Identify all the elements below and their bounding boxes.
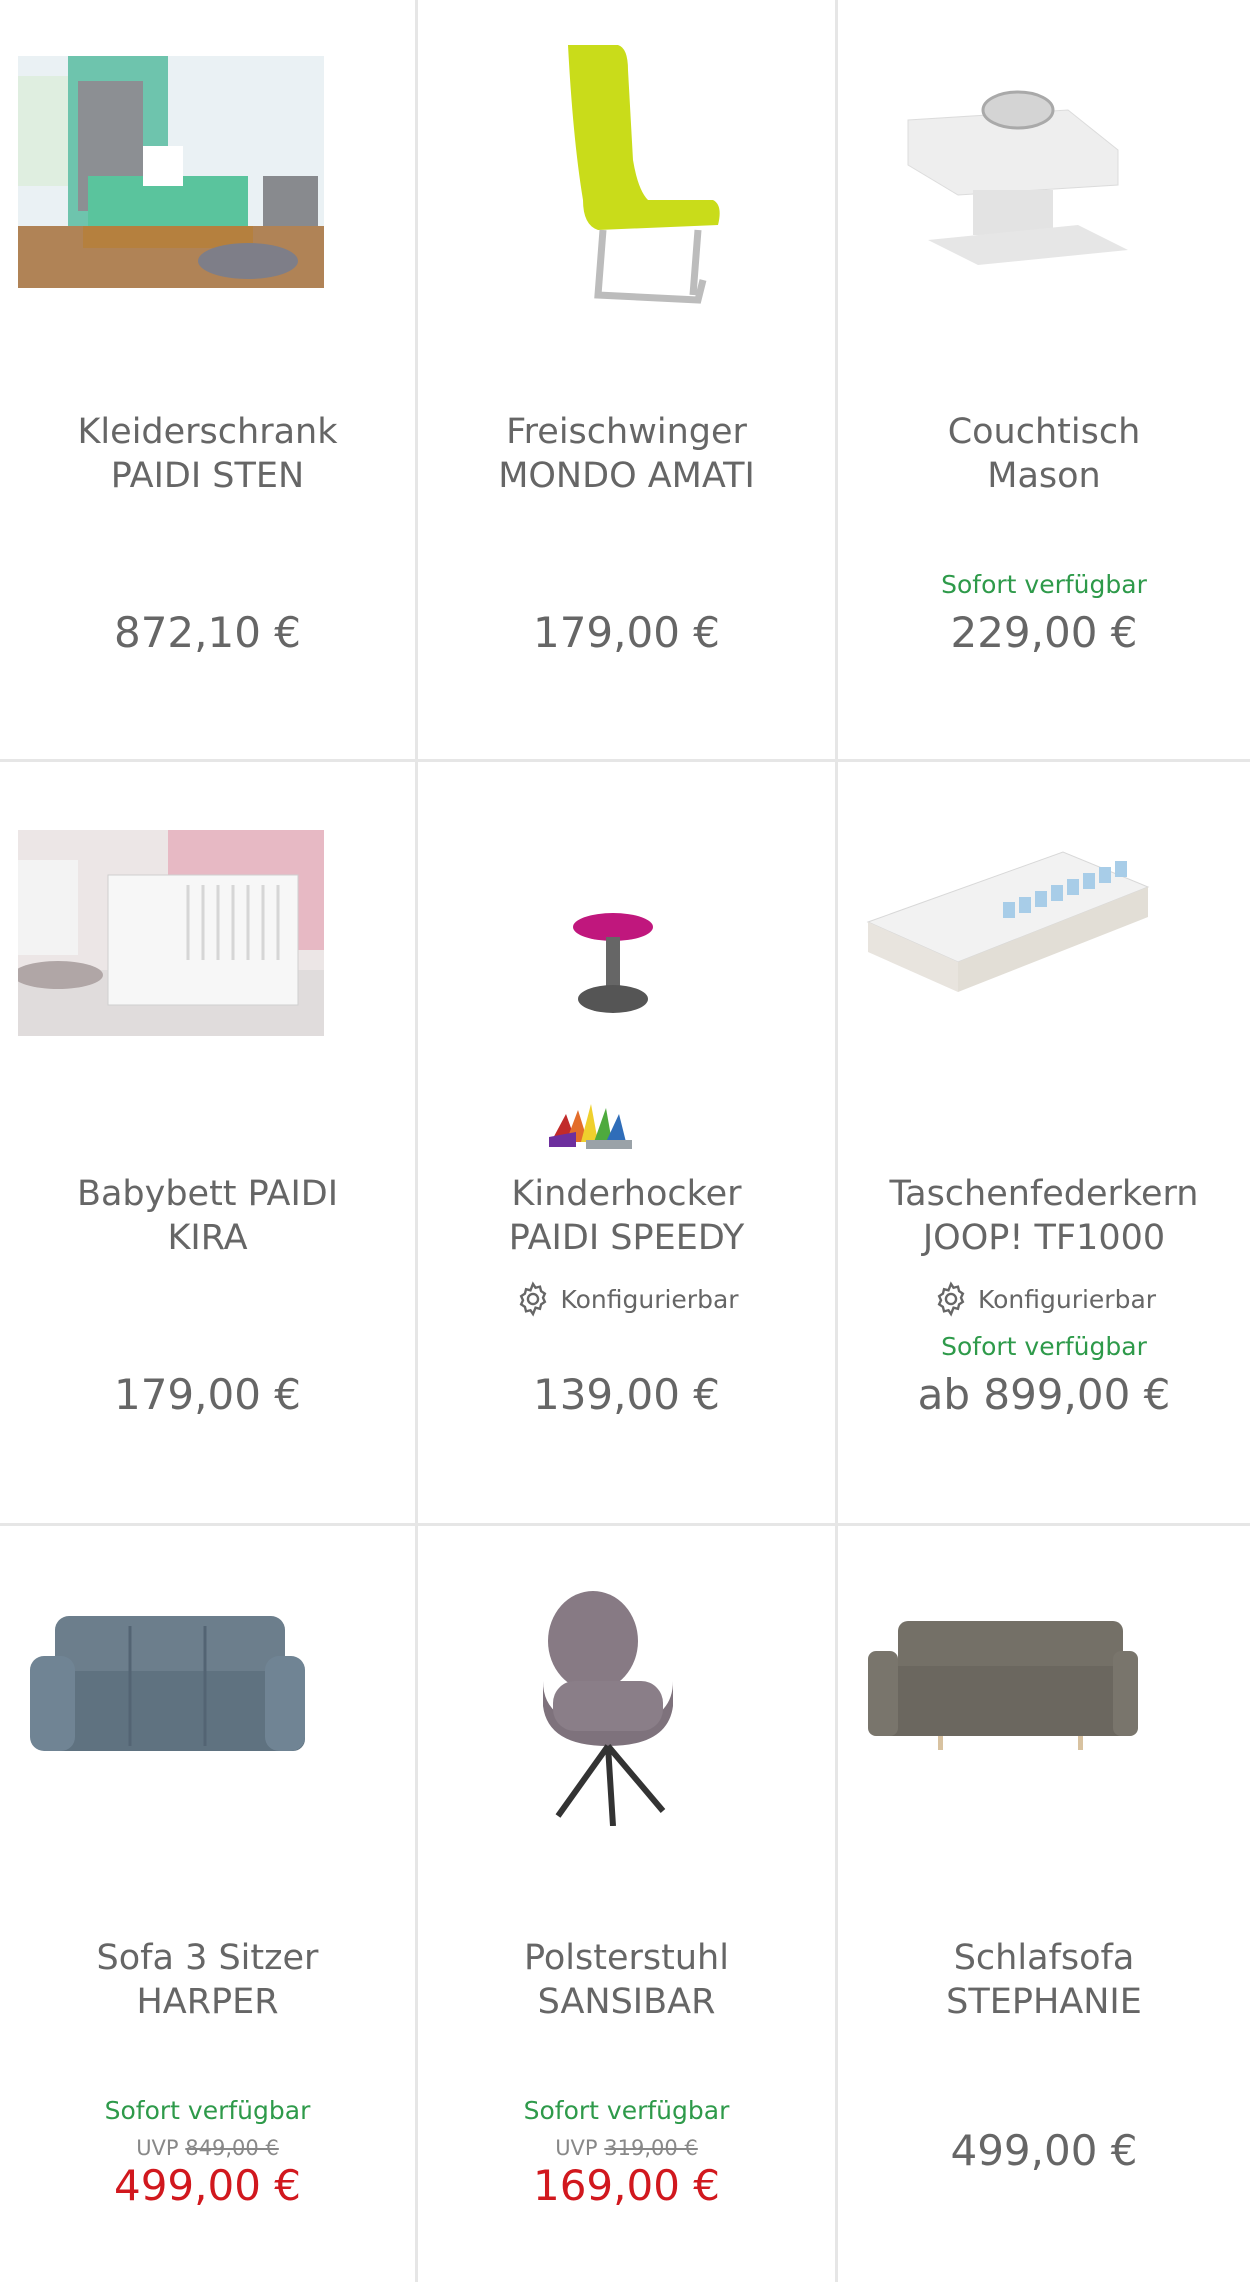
upholstered-chair-photo-icon: [543, 1591, 673, 1826]
product-grid: Kleiderschrank PAIDI STEN 872,10 € Freis…: [0, 0, 1250, 2282]
product-title[interactable]: Kinderhocker PAIDI SPEEDY: [428, 1172, 825, 1260]
product-price: 229,00 €: [950, 608, 1138, 657]
product-card-couchtisch[interactable]: Couchtisch Mason Sofort verfügbar 229,00…: [838, 0, 1250, 762]
coffee-table-photo-icon: [907, 90, 1128, 265]
availability-label: Sofort verfügbar: [941, 570, 1147, 599]
product-title[interactable]: Schlafsofa STEPHANIE: [848, 1936, 1240, 2024]
product-image[interactable]: [838, 1526, 1250, 1906]
availability-label: Sofort verfügbar: [941, 1332, 1147, 1361]
product-card-schlafsofa[interactable]: Schlafsofa STEPHANIE 499,00 €: [838, 1526, 1250, 2282]
configurable-badge: Konfigurierbar: [418, 1280, 835, 1318]
availability-label: Sofort verfügbar: [523, 2096, 730, 2125]
product-card-kleiderschrank[interactable]: Kleiderschrank PAIDI STEN 872,10 €: [0, 0, 418, 762]
product-image[interactable]: [0, 0, 415, 380]
crib-photo-icon: [18, 830, 324, 1036]
product-image[interactable]: [418, 0, 835, 380]
product-image[interactable]: [418, 762, 835, 1182]
sale-price: 499,00 €: [113, 2161, 302, 2210]
product-price: ab 899,00 €: [917, 1370, 1171, 1419]
stool-photo-icon: [573, 913, 653, 1013]
gear-icon: [520, 1281, 547, 1317]
product-image[interactable]: [0, 762, 415, 1142]
product-image[interactable]: [838, 0, 1250, 380]
product-image[interactable]: [418, 1526, 835, 1906]
recliner-sofa-photo-icon: [30, 1616, 305, 1751]
product-price: 179,00 €: [532, 608, 721, 657]
product-card-freischwinger[interactable]: Freischwinger MONDO AMATI 179,00 €: [418, 0, 838, 762]
uvp-price: UVP 849,00 €: [136, 2136, 279, 2160]
cantilever-chair-photo-icon: [568, 45, 720, 304]
sleeper-sofa-photo-icon: [868, 1621, 1138, 1750]
product-title[interactable]: Babybett PAIDI KIRA: [10, 1172, 405, 1260]
sale-price: 169,00 €: [532, 2161, 721, 2210]
product-price: 872,10 €: [113, 608, 302, 657]
mattress-photo-icon: [866, 851, 1150, 992]
bedroom-photo-icon: [18, 56, 324, 288]
availability-label: Sofort verfügbar: [104, 2096, 311, 2125]
product-card-babybett[interactable]: Babybett PAIDI KIRA 179,00 €: [0, 762, 418, 1526]
configurable-badge: Konfigurierbar: [838, 1280, 1250, 1318]
product-title[interactable]: Sofa 3 Sitzer HARPER: [10, 1936, 405, 2024]
product-card-sofa-harper[interactable]: Sofa 3 Sitzer HARPER Sofort verfügbar UV…: [0, 1526, 418, 2282]
product-price: 179,00 €: [113, 1370, 302, 1419]
gear-icon: [937, 1281, 965, 1317]
product-image[interactable]: [0, 1526, 415, 1906]
product-title[interactable]: Freischwinger MONDO AMATI: [428, 410, 825, 498]
product-card-kinderhocker[interactable]: Kinderhocker PAIDI SPEEDY Konfigurierbar…: [418, 762, 838, 1526]
product-card-polsterstuhl[interactable]: Polsterstuhl SANSIBAR Sofort verfügbar U…: [418, 1526, 838, 2282]
color-variants-icon: [549, 1104, 632, 1149]
product-title[interactable]: Polsterstuhl SANSIBAR: [428, 1936, 825, 2024]
product-image[interactable]: [838, 762, 1250, 1142]
product-price: 499,00 €: [950, 2126, 1138, 2175]
product-price: 139,00 €: [532, 1370, 721, 1419]
product-title[interactable]: Kleiderschrank PAIDI STEN: [10, 410, 405, 498]
uvp-price: UVP 319,00 €: [555, 2136, 698, 2160]
product-title[interactable]: Taschenfederkern JOOP! TF1000: [848, 1172, 1240, 1260]
product-title[interactable]: Couchtisch Mason: [848, 410, 1240, 498]
product-card-taschenfederkern[interactable]: Taschenfederkern JOOP! TF1000 Konfigurie…: [838, 762, 1250, 1526]
